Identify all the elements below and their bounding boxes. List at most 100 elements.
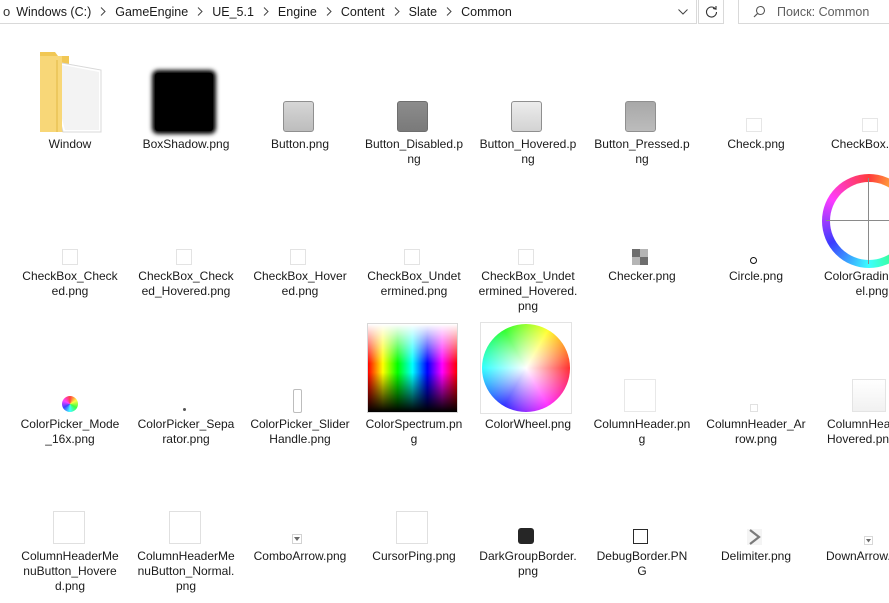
file-item[interactable]: ColumnHeader.png [592, 320, 692, 460]
search-box[interactable] [738, 0, 889, 24]
file-item[interactable]: CheckBox.png [822, 40, 889, 165]
file-item[interactable]: CheckBox_Undetermined_Hovered.png [478, 172, 578, 322]
breadcrumb-item-content[interactable]: Content [341, 5, 385, 19]
folder-thumb [20, 40, 120, 134]
file-thumb [136, 40, 236, 134]
file-label: ColorWheel.png [484, 417, 572, 431]
file-item[interactable]: CheckBox_Checked.png [20, 172, 120, 322]
file-item[interactable]: CheckBox_Undetermined.png [364, 172, 464, 322]
refresh-button[interactable] [698, 0, 724, 24]
file-label: BoxShadow.png [142, 137, 230, 151]
file-item[interactable]: ComboArrow.png [250, 452, 350, 603]
chevron-right-icon[interactable] [263, 7, 269, 16]
chevron-down-icon[interactable] [670, 0, 696, 23]
file-item[interactable]: DownArrow.png [822, 452, 889, 603]
file-label: ComboArrow.png [253, 549, 347, 563]
file-item[interactable]: ColumnHeader_Hovered.png [822, 320, 889, 460]
file-item[interactable]: Checker.png [592, 172, 692, 322]
file-thumb [136, 320, 236, 414]
file-label: CheckBox_Undetermined.png [367, 269, 461, 298]
file-label: ColumnHeader_Arrow.png [706, 417, 806, 446]
file-item[interactable]: ColumnHeaderMenuButton_Hovered.png [20, 452, 120, 603]
file-thumb [822, 172, 889, 268]
file-label: DebugBorder.PNG [596, 549, 688, 578]
file-label: DownArrow.png [826, 549, 889, 563]
file-item[interactable]: CheckBox_Hovered.png [250, 172, 350, 322]
search-icon [753, 5, 766, 18]
chevron-right-icon[interactable] [197, 7, 203, 16]
file-item[interactable]: ColorPicker_SliderHandle.png [250, 320, 350, 460]
chevron-right-icon[interactable] [326, 7, 332, 16]
file-label: ColumnHeader_Hovered.png [827, 417, 889, 446]
breadcrumb-item-slate[interactable]: Slate [409, 5, 438, 19]
file-label: CheckBox.png [831, 137, 889, 151]
file-label: Checker.png [608, 269, 676, 283]
file-item[interactable]: ColorSpectrum.png [364, 320, 464, 460]
chevron-right-icon[interactable] [394, 7, 400, 16]
file-item[interactable]: Button.png [250, 40, 350, 165]
file-item[interactable]: ColorPicker_Mode_16x.png [20, 320, 120, 460]
file-thumb [250, 452, 350, 546]
file-thumb [364, 452, 464, 546]
file-item[interactable]: Delimiter.png [706, 452, 806, 603]
file-thumb [706, 40, 806, 134]
file-label: ColorPicker_Mode_16x.png [20, 417, 120, 446]
file-item[interactable]: DebugBorder.PNG [592, 452, 692, 603]
file-item[interactable]: CheckBox_Checked_Hovered.png [136, 172, 236, 322]
file-item[interactable]: BoxShadow.png [136, 40, 236, 165]
file-item[interactable]: ColorPicker_Separator.png [136, 320, 236, 460]
file-thumb [478, 452, 578, 546]
address-bar-lead: o [3, 4, 11, 19]
chevron-right-icon[interactable] [446, 7, 452, 16]
file-item[interactable]: ColorGradingWheel.png [822, 172, 889, 322]
file-item[interactable]: CursorPing.png [364, 452, 464, 603]
file-thumb [478, 320, 578, 414]
breadcrumb-item-engine[interactable]: Engine [278, 5, 317, 19]
breadcrumb-item-ue51[interactable]: UE_5.1 [212, 5, 254, 19]
file-item[interactable]: Check.png [706, 40, 806, 165]
file-thumb [478, 40, 578, 134]
address-bar[interactable]: o Windows (C:) GameEngine UE_5.1 Engine … [0, 0, 697, 24]
file-item[interactable]: Button_Pressed.png [592, 40, 692, 166]
navigation-bar: o Windows (C:) GameEngine UE_5.1 Engine … [0, 0, 889, 28]
chevron-right-icon[interactable] [100, 7, 106, 16]
file-label: Button_Pressed.png [594, 137, 690, 166]
file-thumb [20, 320, 120, 414]
file-thumb [478, 172, 578, 266]
file-thumb [706, 320, 806, 414]
file-label: ColumnHeaderMenuButton_Hovered.png [21, 549, 119, 593]
file-label: Check.png [727, 137, 785, 151]
breadcrumb-item-windows[interactable]: Windows (C:) [16, 5, 91, 19]
file-item[interactable]: Button_Disabled.png [364, 40, 464, 166]
breadcrumb-item-gameengine[interactable]: GameEngine [115, 5, 188, 19]
file-thumb [822, 452, 889, 546]
file-label: CheckBox_Checked_Hovered.png [138, 269, 234, 298]
file-thumb [364, 172, 464, 266]
file-label: Window [48, 137, 92, 151]
search-input[interactable] [777, 4, 887, 19]
file-item[interactable]: ColumnHeaderMenuButton_Normal.png [136, 452, 236, 603]
file-label: Button.png [270, 137, 330, 151]
folder-icon [40, 52, 102, 133]
refresh-icon [705, 6, 717, 18]
file-thumb [706, 172, 806, 266]
file-label: CursorPing.png [372, 549, 456, 563]
file-label: ColorPicker_SliderHandle.png [250, 417, 350, 446]
file-thumb [20, 172, 120, 266]
file-item[interactable]: Button_Hovered.png [478, 40, 578, 166]
file-item[interactable]: ColumnHeader_Arrow.png [706, 320, 806, 460]
file-thumb [706, 452, 806, 546]
file-thumb [592, 172, 692, 266]
file-thumb [822, 40, 889, 134]
file-item[interactable]: ColorWheel.png [478, 320, 578, 460]
file-label: ColorPicker_Separator.png [137, 417, 235, 446]
file-item[interactable]: Window [20, 40, 120, 165]
file-item[interactable]: Circle.png [706, 172, 806, 322]
file-label: Delimiter.png [720, 549, 792, 563]
file-label: CheckBox_Hovered.png [253, 269, 347, 298]
breadcrumb-item-common[interactable]: Common [461, 5, 512, 19]
file-thumb [364, 40, 464, 134]
file-item[interactable]: DarkGroupBorder.png [478, 452, 578, 603]
file-label: DarkGroupBorder.png [479, 549, 577, 578]
file-label: ColorGradingWheel.png [823, 269, 889, 298]
